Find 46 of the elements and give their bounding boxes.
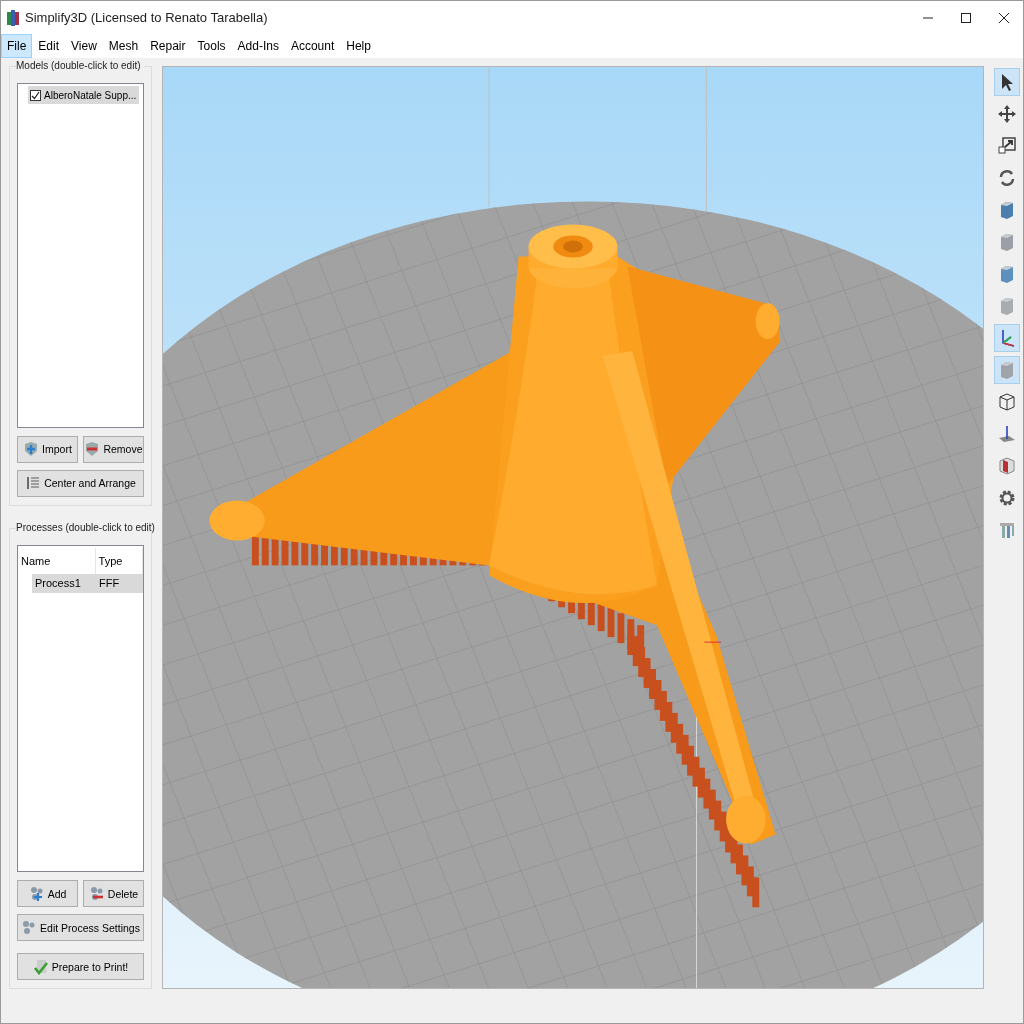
add-gears-icon <box>28 885 45 902</box>
model-item[interactable]: AlberoNatale Supp... <box>28 86 140 104</box>
menu-item[interactable]: View <box>65 34 103 58</box>
panel-title: Processes (double-click to edit) <box>16 521 158 533</box>
app-logo-icon <box>7 9 19 26</box>
checkbox[interactable] <box>30 89 41 101</box>
toolbar-button[interactable] <box>994 68 1020 96</box>
minus-shield-icon <box>84 441 101 458</box>
column-header[interactable]: Type <box>95 547 143 574</box>
table-cell-text: FFF <box>98 576 121 592</box>
check-icon <box>31 90 40 100</box>
panel-button[interactable]: Prepare to Print! <box>17 953 144 980</box>
cross-section-icon <box>997 456 1017 476</box>
support-columns-icon <box>997 520 1017 540</box>
rotate-icon <box>997 168 1017 188</box>
panel-button[interactable]: Remove <box>83 435 144 463</box>
window-title: Simplify3D (Licensed to Renato Tarabella) <box>25 10 269 25</box>
arrange-icon <box>25 475 42 492</box>
wireframe-cube-icon <box>997 392 1017 412</box>
menu-item[interactable]: Repair <box>144 34 192 58</box>
menu-item[interactable]: File <box>1 34 33 58</box>
process-row[interactable]: Process1 FFF <box>32 573 143 593</box>
panel-button[interactable]: Import <box>17 435 78 463</box>
checked-document-icon <box>32 958 49 975</box>
delete-gears-icon <box>88 885 105 902</box>
table-cell-text: Process1 <box>34 576 82 592</box>
axis-on-plane-icon <box>997 424 1017 444</box>
move-icon <box>997 104 1017 124</box>
close-icon <box>999 12 1009 23</box>
menu-item[interactable]: Edit <box>32 34 66 58</box>
maximize-icon <box>961 12 971 23</box>
column-header[interactable]: Name <box>18 547 96 574</box>
panel-button[interactable]: Edit Process Settings <box>17 914 144 941</box>
menu-item[interactable]: Mesh <box>102 34 145 58</box>
plus-shield-icon <box>23 441 40 458</box>
menu-item[interactable]: Help <box>340 34 377 58</box>
panel-button[interactable]: Center and Arrange <box>17 469 144 497</box>
panel-button[interactable]: Add <box>17 880 78 907</box>
scale-icon <box>997 136 1017 156</box>
menu-item[interactable]: Add-Ins <box>231 34 285 58</box>
panel-button[interactable]: Delete <box>83 880 144 907</box>
panel-title: Models (double-click to edit) <box>16 60 144 71</box>
model-name: AlberoNatale Supp... <box>44 89 137 101</box>
menu-item[interactable]: Tools <box>191 34 232 58</box>
menu-item[interactable]: Account <box>284 34 341 58</box>
settings-icon <box>997 488 1017 508</box>
